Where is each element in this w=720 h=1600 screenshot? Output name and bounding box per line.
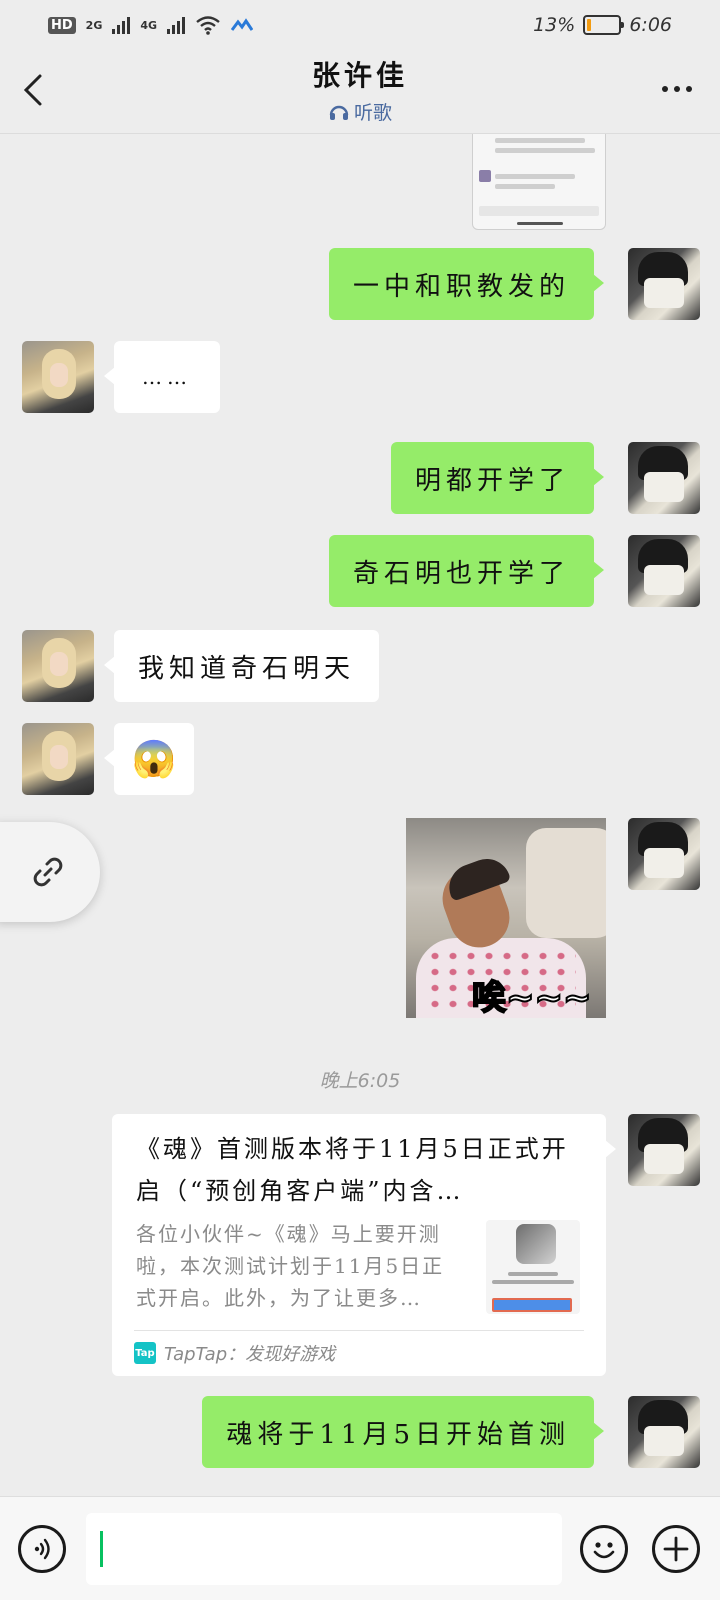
more-dot-icon bbox=[662, 86, 668, 92]
link-card-source-label: TapTap：发现好游戏 bbox=[164, 1344, 336, 1365]
battery-percent: 13% bbox=[533, 14, 576, 36]
link-card-divider bbox=[134, 1330, 584, 1331]
link-card-title: 《魂》首测版本将于11月5日正式开启（“预创角客户端”内含… bbox=[136, 1135, 569, 1205]
screenshot-input-line bbox=[479, 206, 599, 216]
screenshot-text-line bbox=[495, 148, 595, 153]
link-card-thumbnail bbox=[486, 1220, 580, 1314]
my-message-bubble[interactable]: 魂将于11月5日开始首测 bbox=[202, 1396, 604, 1468]
screenshot-text-line bbox=[495, 184, 555, 189]
network-4g-label: 4G bbox=[140, 18, 158, 32]
screenshot-text-line bbox=[495, 138, 585, 143]
contact-message-bubble[interactable]: …… bbox=[104, 341, 220, 413]
thumb-button bbox=[492, 1298, 572, 1312]
plus-icon bbox=[663, 1536, 689, 1562]
more-dot-icon bbox=[674, 86, 680, 92]
voice-button[interactable] bbox=[18, 1525, 66, 1573]
thumb-text-line bbox=[508, 1272, 558, 1276]
sticker-caption: 唉~~~ bbox=[471, 977, 592, 1018]
battery-icon bbox=[583, 15, 625, 35]
status-bar: HD 2G 4G 13% 6:06 bbox=[0, 0, 720, 50]
sync-icon bbox=[231, 18, 254, 31]
status-left: HD 2G 4G bbox=[48, 15, 254, 35]
floating-link-button[interactable] bbox=[0, 822, 100, 922]
screenshot-home-bar bbox=[517, 222, 563, 225]
my-avatar[interactable] bbox=[628, 535, 700, 607]
clock: 6:06 bbox=[629, 14, 672, 36]
taptap-logo-icon: Tap bbox=[134, 1342, 156, 1364]
plus-button[interactable] bbox=[652, 1525, 700, 1573]
more-button[interactable] bbox=[662, 86, 692, 92]
title-wrap: 张许佳 听歌 bbox=[0, 54, 720, 126]
voice-icon bbox=[34, 1538, 50, 1560]
game-logo-icon bbox=[516, 1224, 556, 1264]
contact-emoji-bubble[interactable]: 😱 bbox=[104, 723, 194, 795]
screenshot-avatar bbox=[479, 170, 491, 182]
listening-status[interactable]: 听歌 bbox=[328, 98, 392, 125]
scream-emoji-icon: 😱 bbox=[131, 739, 177, 780]
my-avatar[interactable] bbox=[628, 248, 700, 320]
headphones-icon bbox=[329, 105, 349, 120]
emoji-button[interactable] bbox=[580, 1525, 628, 1573]
chat-title: 张许佳 bbox=[311, 59, 408, 92]
my-message-bubble[interactable]: 奇石明也开学了 bbox=[328, 535, 605, 607]
contact-avatar[interactable] bbox=[22, 341, 94, 413]
shared-link-card[interactable]: 《魂》首测版本将于11月5日正式开启（“预创角客户端”内含… 各位小伙伴~《魂》… bbox=[112, 1114, 616, 1376]
my-avatar[interactable] bbox=[628, 1114, 700, 1186]
status-right: 13% 6:06 bbox=[533, 14, 672, 36]
sticker-sofa bbox=[526, 828, 606, 938]
chat-area[interactable]: 一中和职教发的 …… 明都开学了 奇石明也开学了 我知道奇石明天 😱 唉~~~ … bbox=[0, 134, 720, 1496]
contact-avatar[interactable] bbox=[22, 723, 94, 795]
wifi-icon bbox=[196, 16, 220, 35]
network-2g-label: 2G bbox=[85, 18, 103, 32]
thumb-text-line bbox=[492, 1280, 574, 1284]
contact-message-bubble[interactable]: 我知道奇石明天 bbox=[103, 630, 380, 702]
message-input[interactable] bbox=[86, 1513, 562, 1585]
chat-header: 张许佳 听歌 bbox=[0, 50, 720, 134]
my-avatar[interactable] bbox=[628, 442, 700, 514]
sticker-image[interactable]: 唉~~~ bbox=[406, 818, 606, 1018]
my-message-bubble[interactable]: 明都开学了 bbox=[390, 442, 605, 514]
shared-screenshot-image[interactable] bbox=[472, 134, 606, 230]
contact-avatar[interactable] bbox=[22, 630, 94, 702]
input-bar bbox=[0, 1496, 720, 1600]
my-avatar[interactable] bbox=[628, 818, 700, 890]
my-avatar[interactable] bbox=[628, 1396, 700, 1468]
subtitle-label: 听歌 bbox=[353, 102, 392, 124]
hd-badge: HD bbox=[48, 16, 76, 34]
emoji-icon bbox=[593, 1542, 615, 1559]
link-icon bbox=[33, 857, 63, 887]
link-card-description: 各位小伙伴~《魂》马上要开测啦，本次测试计划于11月5日正式开启。此外，为了让更… bbox=[136, 1222, 445, 1310]
signal-bars-icon bbox=[112, 16, 131, 34]
text-caret bbox=[100, 1531, 103, 1567]
more-dot-icon bbox=[686, 86, 692, 92]
link-card-source: Tap TapTap：发现好游戏 bbox=[134, 1340, 335, 1366]
battery-fill bbox=[587, 19, 592, 31]
signal-bars-icon-2 bbox=[167, 16, 186, 34]
message-timestamp: 晚上6:05 bbox=[319, 1070, 401, 1092]
my-message-bubble[interactable]: 一中和职教发的 bbox=[328, 248, 605, 320]
screenshot-text-line bbox=[495, 174, 575, 179]
